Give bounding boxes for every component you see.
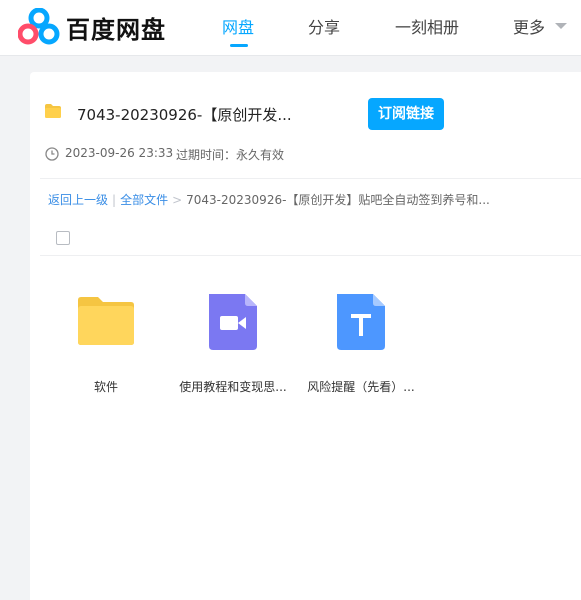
breadcrumb-arrow: > <box>172 193 183 207</box>
file-item-software[interactable]: 软件 <box>46 292 166 402</box>
nav-tab-more[interactable]: 更多 <box>513 14 545 38</box>
file-name[interactable]: 风险提醒（先看）... <box>301 378 421 395</box>
share-date: 2023-09-26 23:33 <box>65 146 174 160</box>
text-file-icon <box>337 294 385 350</box>
chevron-down-icon[interactable] <box>555 23 567 29</box>
share-card: 7043-20230926-【原创开发... 订阅链接 2023-09-26 2… <box>30 72 581 600</box>
breadcrumb: 返回上一级 | 全部文件 >7043-20230926-【原创开发】贴吧全自动签到养号… <box>48 191 490 208</box>
breadcrumb-all-files-link[interactable]: 全部文件 <box>120 193 168 207</box>
divider <box>40 255 581 256</box>
nav-active-indicator <box>230 44 248 47</box>
nav-tab-moment-album[interactable]: 一刻相册 <box>395 14 459 38</box>
baidu-netdisk-logo[interactable] <box>18 8 60 46</box>
subscribe-link-button[interactable]: 订阅链接 <box>368 98 444 130</box>
breadcrumb-separator: | <box>112 193 117 207</box>
video-file-icon <box>209 294 257 350</box>
logo-text[interactable]: 百度网盘 <box>66 10 166 45</box>
share-title: 7043-20230926-【原创开发... <box>77 106 292 124</box>
divider <box>40 178 581 179</box>
file-item-video[interactable]: 使用教程和变现思... <box>173 292 293 402</box>
select-all-checkbox[interactable] <box>56 231 70 245</box>
file-item-risk-notice[interactable]: 风险提醒（先看）... <box>301 292 421 402</box>
nav-tab-share[interactable]: 分享 <box>308 14 340 38</box>
breadcrumb-back-link[interactable]: 返回上一级 <box>48 193 108 207</box>
nav-tab-netdisk[interactable]: 网盘 <box>222 14 254 38</box>
file-name[interactable]: 使用教程和变现思... <box>173 378 293 395</box>
top-nav-bar: 百度网盘 网盘 分享 一刻相册 更多 <box>0 0 581 56</box>
share-expire: 过期时间：永久有效 <box>176 148 285 162</box>
folder-icon <box>45 104 61 118</box>
clock-icon <box>45 147 59 161</box>
breadcrumb-current: 7043-20230926-【原创开发】贴吧全自动签到养号和... <box>186 193 490 207</box>
folder-icon <box>78 297 134 345</box>
file-name[interactable]: 软件 <box>46 378 166 395</box>
